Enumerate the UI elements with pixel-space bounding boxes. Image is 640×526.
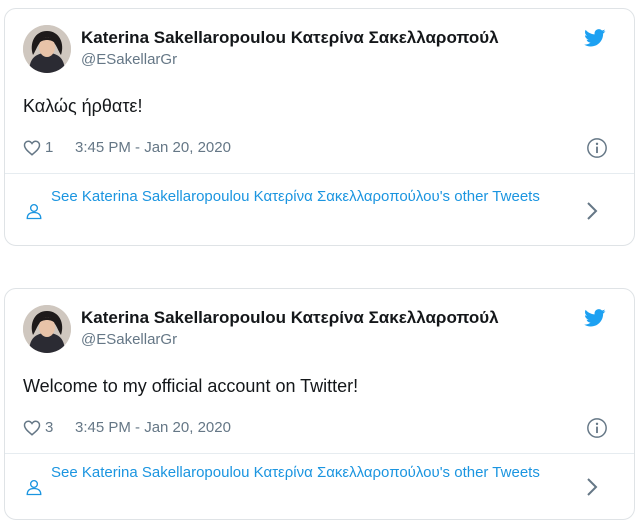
divider	[5, 173, 634, 174]
author-handle[interactable]: @ESakellarGr	[81, 51, 177, 68]
tweet-timestamp[interactable]: 3:45 PM - Jan 20, 2020	[75, 139, 231, 156]
twitter-bird-icon[interactable]	[584, 29, 606, 47]
author-name[interactable]: Katerina Sakellaropoulou Κατερίνα Σακελλ…	[81, 308, 584, 328]
person-icon	[26, 479, 42, 496]
info-icon[interactable]	[586, 417, 608, 439]
other-tweets-link[interactable]: See Katerina Sakellaropoulou Κατερίνα Σα…	[23, 461, 616, 509]
tweet-text: Καλώς ήρθατε!	[23, 96, 143, 116]
tweet-header: Katerina Sakellaropoulou Κατερίνα Σακελλ…	[23, 25, 624, 73]
like-count[interactable]: 3	[45, 419, 53, 436]
tweet-card[interactable]: Katerina Sakellaropoulou Κατερίνα Σακελλ…	[4, 8, 635, 246]
tweet-meta: 3 3:45 PM - Jan 20, 2020	[23, 417, 616, 439]
tweet-text: Welcome to my official account on Twitte…	[23, 376, 359, 396]
like-count[interactable]: 1	[45, 139, 53, 156]
heart-icon[interactable]	[23, 419, 41, 437]
tweet-timestamp[interactable]: 3:45 PM - Jan 20, 2020	[75, 419, 231, 436]
info-icon[interactable]	[586, 137, 608, 159]
tweet-meta: 1 3:45 PM - Jan 20, 2020	[23, 137, 616, 159]
person-icon	[26, 203, 42, 220]
chevron-right-icon[interactable]	[586, 477, 598, 497]
tweet-header: Katerina Sakellaropoulou Κατερίνα Σακελλ…	[23, 305, 624, 353]
other-tweets-link[interactable]: See Katerina Sakellaropoulou Κατερίνα Σα…	[23, 185, 616, 233]
heart-icon[interactable]	[23, 139, 41, 157]
chevron-right-icon[interactable]	[586, 201, 598, 221]
tweet-card[interactable]: Katerina Sakellaropoulou Κατερίνα Σακελλ…	[4, 288, 635, 520]
other-tweets-label[interactable]: See Katerina Sakellaropoulou Κατερίνα Σα…	[51, 186, 572, 208]
other-tweets-label[interactable]: See Katerina Sakellaropoulou Κατερίνα Σα…	[51, 462, 572, 484]
avatar[interactable]	[23, 25, 71, 73]
divider	[5, 453, 634, 454]
author-name[interactable]: Katerina Sakellaropoulou Κατερίνα Σακελλ…	[81, 28, 584, 48]
twitter-bird-icon[interactable]	[584, 309, 606, 327]
author-handle[interactable]: @ESakellarGr	[81, 331, 177, 348]
avatar[interactable]	[23, 305, 71, 353]
